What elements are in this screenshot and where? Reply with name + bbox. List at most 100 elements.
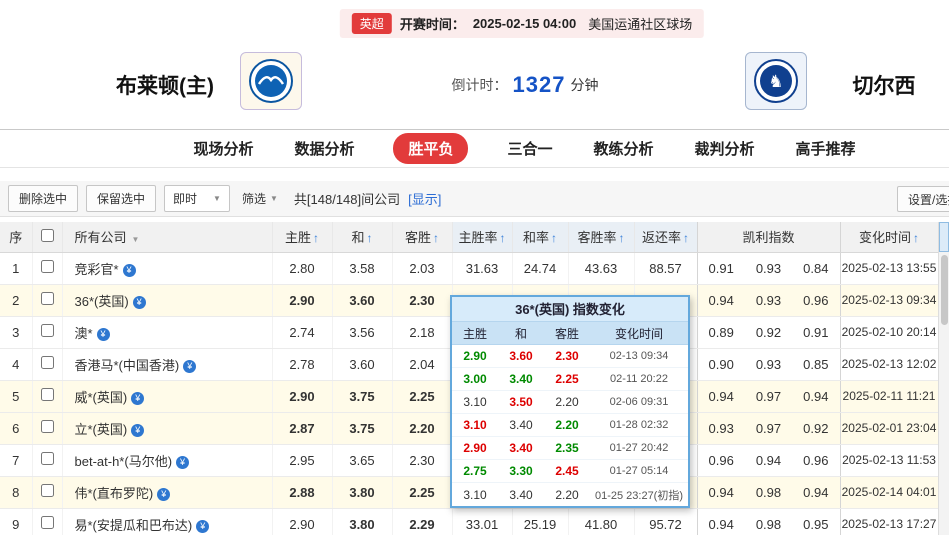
row-checkbox[interactable]: [41, 260, 54, 273]
header-home-odds[interactable]: 主胜↑: [272, 222, 332, 252]
chevron-down-icon: ▼: [132, 235, 140, 244]
change-time: 2025-02-01 23:04: [840, 412, 938, 444]
row-checkbox[interactable]: [41, 516, 54, 529]
scrollbar-thumb[interactable]: [941, 255, 948, 325]
company-name[interactable]: 威*(英国): [75, 390, 128, 405]
nav-tab[interactable]: 现场分析: [191, 134, 255, 163]
settings-button[interactable]: 设置/选择: [897, 186, 949, 212]
company-name[interactable]: 伟*(直布罗陀): [75, 486, 154, 501]
company-name[interactable]: bet-at-h*(马尔他): [75, 454, 173, 469]
nav-tab[interactable]: 数据分析: [292, 134, 356, 163]
select-all-checkbox[interactable]: [41, 229, 54, 242]
header-draw-rate[interactable]: 和率↑: [512, 222, 568, 252]
company-info-icon[interactable]: ¥: [131, 424, 144, 437]
company-info-icon[interactable]: ¥: [176, 456, 189, 469]
company-name[interactable]: 香港马*(中国香港): [75, 358, 180, 373]
odds-value: 2.87: [272, 412, 332, 444]
popup-change-time: 02-13 09:34: [590, 350, 688, 362]
scrollbar-header-cell: [939, 222, 949, 252]
header-away-rate[interactable]: 客胜率↑: [568, 222, 634, 252]
company-cell: 竞彩官* ¥: [62, 252, 272, 284]
company-info-icon[interactable]: ¥: [183, 360, 196, 373]
kelly-cell: 0.940.930.96: [697, 284, 840, 316]
show-link[interactable]: [显示]: [408, 189, 441, 208]
countdown: 倒计时： 1327 分钟: [430, 72, 620, 98]
row-checkbox[interactable]: [41, 292, 54, 305]
popup-odds-value: 3.50: [498, 395, 544, 409]
company-info-icon[interactable]: ¥: [123, 264, 136, 277]
kelly-cell: 0.940.980.95: [697, 508, 840, 535]
header-return-rate[interactable]: 返还率↑: [634, 222, 697, 252]
popup-odds-value: 3.40: [498, 441, 544, 455]
odds-value: 3.60: [332, 348, 392, 380]
header-change-time[interactable]: 变化时间↑: [840, 222, 938, 252]
change-time: 2025-02-13 11:53: [840, 444, 938, 476]
nav-tab[interactable]: 裁判分析: [693, 134, 757, 163]
company-name[interactable]: 澳*: [75, 326, 93, 341]
row-checkbox[interactable]: [41, 452, 54, 465]
table-row: 9易*(安提瓜和巴布达)¥2.903.802.2933.0125.1941.80…: [0, 508, 938, 535]
company-cell: 36*(英国) ¥: [62, 284, 272, 316]
sort-asc-icon: ↑: [619, 231, 625, 245]
header-home-rate[interactable]: 主胜率↑: [452, 222, 512, 252]
company-cell: 立*(英国)¥: [62, 412, 272, 444]
row-checkbox-cell: [32, 508, 62, 535]
sort-asc-icon: ↑: [913, 231, 919, 245]
chevron-down-icon: ▼: [213, 194, 221, 203]
company-info-icon[interactable]: ¥: [157, 488, 170, 501]
nav-tab[interactable]: 高手推荐: [794, 134, 858, 163]
popup-odds-value: 3.40: [498, 372, 544, 386]
row-checkbox-cell: [32, 348, 62, 380]
popup-change-time: 02-11 20:22: [590, 373, 688, 385]
company-name[interactable]: 立*(英国): [75, 422, 128, 437]
venue-name: 美国运通社区球场: [588, 14, 692, 33]
header-home-rate-label: 主胜率: [458, 230, 497, 245]
nav-tab[interactable]: 教练分析: [592, 134, 656, 163]
row-checkbox[interactable]: [41, 484, 54, 497]
odds-value: 2.30: [392, 444, 452, 476]
header-away-odds[interactable]: 客胜↑: [392, 222, 452, 252]
company-info-icon[interactable]: ¥: [97, 328, 110, 341]
popup-history-row: 2.903.402.3501-27 20:42: [452, 437, 688, 460]
odds-change-popup: 36*(英国) 指数变化 主胜 和 客胜 变化时间 2.903.602.3002…: [450, 295, 690, 508]
kelly-value: 0.97: [756, 389, 781, 404]
kelly-values: 0.960.940.96: [698, 453, 840, 468]
header-away-rate-label: 客胜率: [577, 230, 616, 245]
popup-odds-value: 2.30: [544, 349, 590, 363]
nav-tab[interactable]: 三合一: [505, 134, 554, 163]
company-count: 共[148/148]间公司: [294, 189, 400, 208]
company-cell: bet-at-h*(马尔他)¥: [62, 444, 272, 476]
kelly-value: 0.90: [709, 357, 734, 372]
header-company-label: 所有公司: [75, 230, 127, 245]
keep-selected-button[interactable]: 保留选中: [86, 185, 156, 212]
company-info-icon[interactable]: ¥: [133, 296, 146, 309]
row-checkbox[interactable]: [41, 356, 54, 369]
header-company[interactable]: 所有公司 ▼: [62, 222, 272, 252]
company-info-icon[interactable]: ¥: [131, 392, 144, 405]
row-checkbox[interactable]: [41, 388, 54, 401]
company-info-icon[interactable]: ¥: [196, 520, 209, 533]
popup-change-time: 01-28 02:32: [590, 419, 688, 431]
kelly-value: 0.94: [803, 485, 828, 500]
delete-selected-button[interactable]: 删除选中: [8, 185, 78, 212]
league-badge: 英超: [352, 13, 392, 34]
row-checkbox[interactable]: [41, 420, 54, 433]
scrollbar[interactable]: [938, 222, 949, 535]
header-draw-odds[interactable]: 和↑: [332, 222, 392, 252]
kelly-values: 0.910.930.84: [698, 261, 840, 276]
time-filter-select[interactable]: 即时 ▼: [164, 185, 230, 212]
filter-dropdown[interactable]: 筛选 ▼: [242, 190, 278, 207]
odds-value: 2.25: [392, 476, 452, 508]
odds-value: 2.04: [392, 348, 452, 380]
company-name[interactable]: 36*(英国): [75, 294, 129, 309]
kelly-cell: 0.960.940.96: [697, 444, 840, 476]
row-checkbox[interactable]: [41, 324, 54, 337]
odds-value: 3.80: [332, 508, 392, 535]
header-draw-odds-label: 和: [351, 230, 364, 245]
company-cell: 易*(安提瓜和巴布达)¥: [62, 508, 272, 535]
nav-tab[interactable]: 胜平负: [393, 133, 468, 164]
kelly-cell: 0.940.970.94: [697, 380, 840, 412]
company-name[interactable]: 易*(安提瓜和巴布达): [75, 518, 193, 533]
company-name[interactable]: 竞彩官*: [75, 262, 119, 277]
kelly-value: 0.89: [709, 325, 734, 340]
